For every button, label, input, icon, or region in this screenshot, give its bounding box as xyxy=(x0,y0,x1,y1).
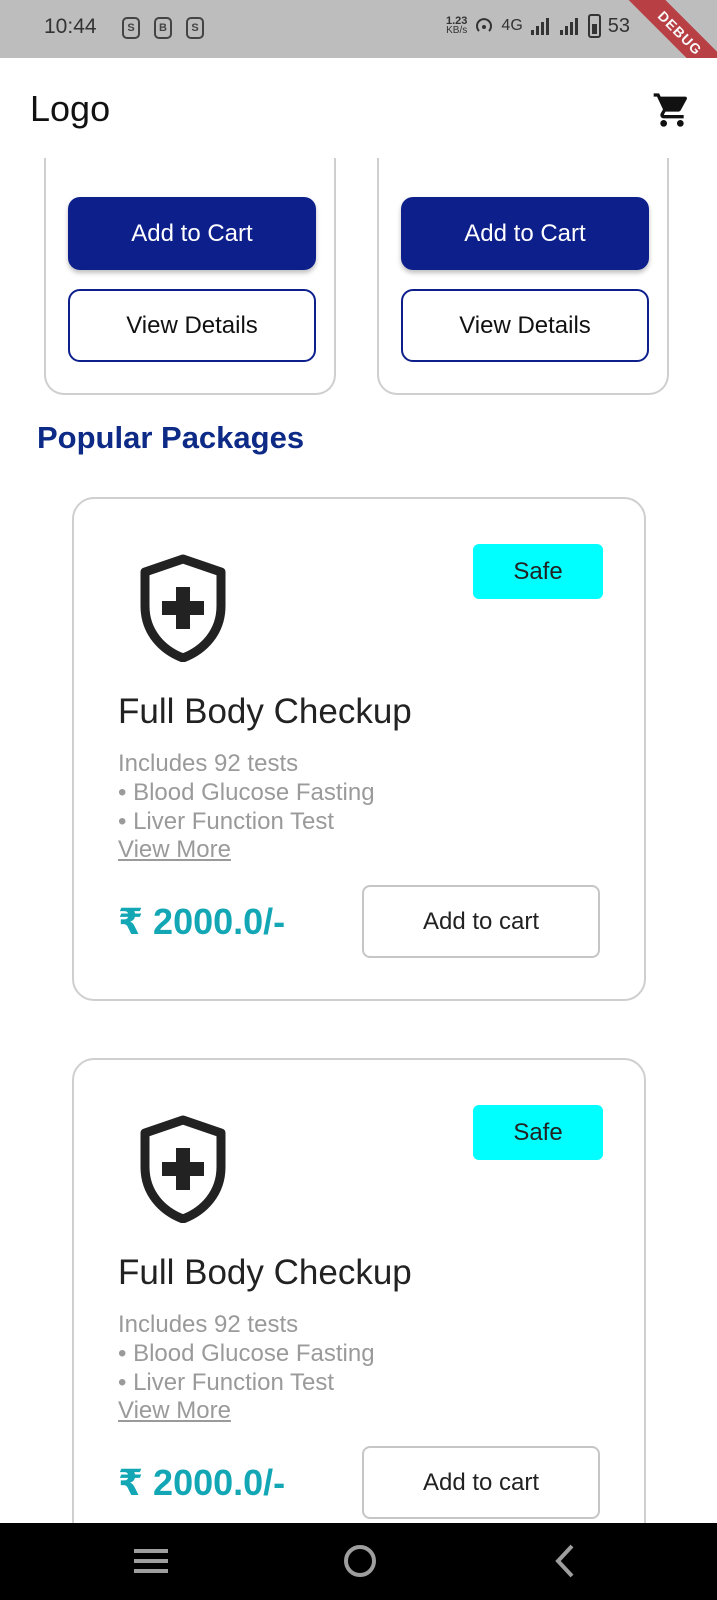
battery-icon xyxy=(587,14,601,38)
add-to-cart-button[interactable]: Add to cart xyxy=(362,885,600,958)
test-item: • Blood Glucose Fasting xyxy=(118,1340,375,1367)
shield-plus-icon xyxy=(140,554,226,662)
package-details: Includes 92 tests • Blood Glucose Fastin… xyxy=(118,1310,375,1397)
system-nav-bar xyxy=(0,1523,717,1600)
network-speed-unit: KB/s xyxy=(446,25,468,36)
signal-icon xyxy=(530,18,549,35)
package-title: Full Body Checkup xyxy=(118,692,412,731)
product-card: Add to Cart View Details xyxy=(377,120,669,395)
package-title: Full Body Checkup xyxy=(118,1253,412,1292)
view-more-link[interactable]: View More xyxy=(118,1397,231,1425)
status-indicators: 1.23 KB/s 4G 53 xyxy=(446,14,630,38)
status-bar: 10:44 S B S 1.23 KB/s 4G 53 DEBUG xyxy=(0,0,717,96)
home-icon[interactable] xyxy=(338,1541,382,1581)
status-badge: Safe xyxy=(473,1105,603,1160)
notification-icon: B xyxy=(154,17,172,39)
tests-count: Includes 92 tests xyxy=(118,750,299,777)
add-to-cart-button[interactable]: Add to cart xyxy=(362,1446,600,1519)
package-card[interactable]: Safe Full Body Checkup Includes 92 tests… xyxy=(72,1058,646,1562)
view-details-button[interactable]: View Details xyxy=(401,289,649,362)
test-item: • Blood Glucose Fasting xyxy=(118,779,375,806)
notification-icon: S xyxy=(122,17,140,39)
add-to-cart-button[interactable]: Add to Cart xyxy=(401,197,649,270)
battery-percent: 53 xyxy=(607,14,631,37)
status-badge: Safe xyxy=(473,544,603,599)
tests-count: Includes 92 tests xyxy=(118,1311,299,1338)
network-speed: 1.23 KB/s xyxy=(446,16,467,36)
status-time: 10:44 xyxy=(44,15,97,38)
view-details-button[interactable]: View Details xyxy=(68,289,316,362)
add-to-cart-button[interactable]: Add to Cart xyxy=(68,197,316,270)
section-title: Popular Packages xyxy=(37,420,305,455)
network-type: 4G xyxy=(501,17,523,34)
shopping-cart-icon[interactable] xyxy=(652,90,692,130)
signal-icon xyxy=(559,18,578,35)
logo: Logo xyxy=(30,88,111,129)
hotspot-icon xyxy=(476,18,493,32)
menu-icon[interactable] xyxy=(130,1541,174,1581)
shield-plus-icon xyxy=(140,1115,226,1223)
back-icon[interactable] xyxy=(544,1541,588,1581)
app-bar: Logo xyxy=(0,58,717,158)
package-card[interactable]: Safe Full Body Checkup Includes 92 tests… xyxy=(72,497,646,1001)
package-price: ₹ 2000.0/- xyxy=(118,1462,286,1503)
test-item: • Liver Function Test xyxy=(118,808,335,835)
package-price: ₹ 2000.0/- xyxy=(118,901,286,942)
notification-icon: S xyxy=(186,17,204,39)
view-more-link[interactable]: View More xyxy=(118,836,231,864)
package-details: Includes 92 tests • Blood Glucose Fastin… xyxy=(118,749,375,836)
test-item: • Liver Function Test xyxy=(118,1369,335,1396)
product-card: Add to Cart View Details xyxy=(44,120,336,395)
notification-icons: S B S xyxy=(122,17,204,39)
